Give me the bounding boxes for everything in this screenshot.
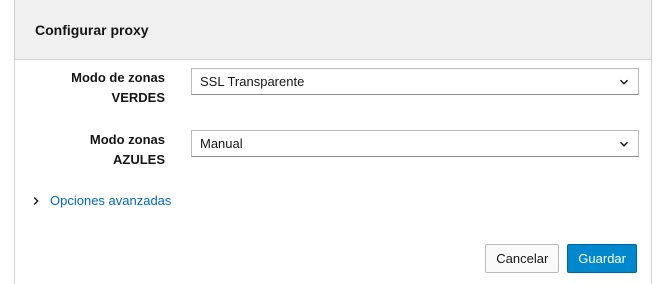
dialog-title: Configurar proxy xyxy=(35,21,149,38)
advanced-options-toggle[interactable]: Opciones avanzadas xyxy=(31,193,171,208)
green-zone-mode-value: SSL Transparente xyxy=(200,74,305,89)
green-zone-mode-label-line2: VERDES xyxy=(111,90,165,105)
green-zone-mode-select[interactable]: SSL Transparente xyxy=(191,68,639,95)
cancel-button[interactable]: Cancelar xyxy=(485,244,560,273)
proxy-config-dialog: Configurar proxy Modo de zonas VERDES SS… xyxy=(14,0,652,284)
blue-zone-mode-label-line1: Modo zonas xyxy=(89,132,165,147)
advanced-options-label: Opciones avanzadas xyxy=(50,193,172,208)
chevron-right-icon xyxy=(33,196,39,205)
blue-zone-mode-select[interactable]: Manual xyxy=(191,130,639,157)
save-button[interactable]: Guardar xyxy=(567,244,637,273)
blue-zone-mode-label-line2: AZULES xyxy=(113,152,165,167)
dialog-header: Configurar proxy xyxy=(15,0,651,60)
green-zone-mode-label: Modo de zonas VERDES xyxy=(15,68,165,108)
blue-zone-mode-label: Modo zonas AZULES xyxy=(15,130,165,170)
chevron-down-icon xyxy=(620,79,628,85)
blue-zone-mode-value: Manual xyxy=(200,136,243,151)
chevron-down-icon xyxy=(620,141,628,147)
dialog-footer: Cancelar Guardar xyxy=(485,244,637,273)
green-zone-mode-label-line1: Modo de zonas xyxy=(71,70,165,85)
